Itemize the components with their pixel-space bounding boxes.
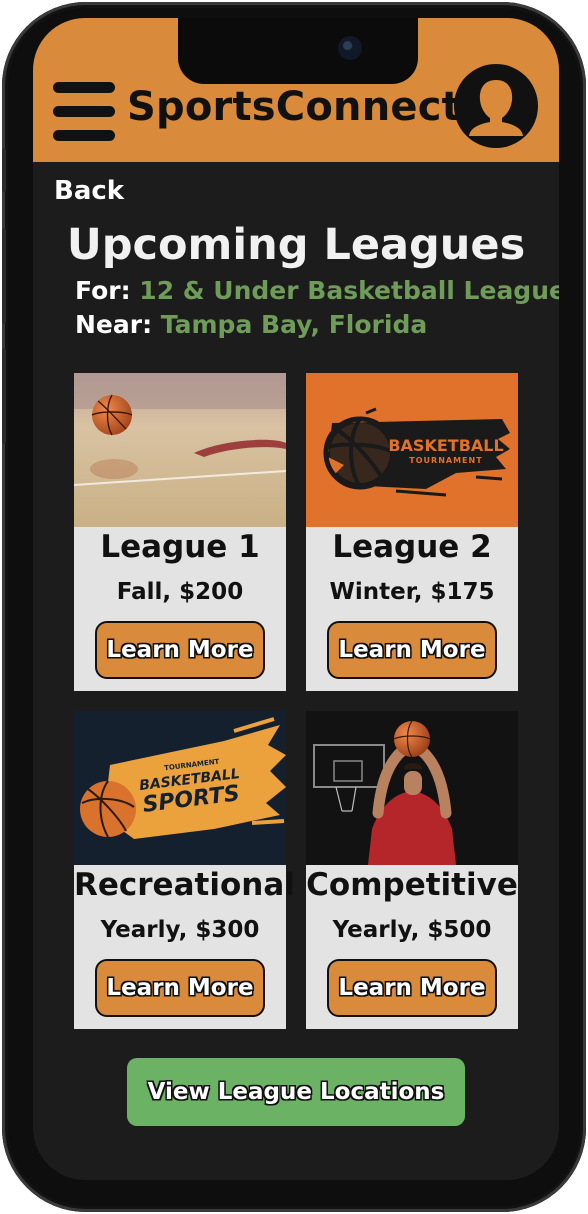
for-label: For:	[75, 276, 131, 305]
player-shooting-basketball-image	[306, 711, 518, 865]
volume-up-button	[2, 228, 6, 324]
league-card-4: Competitive Yearly, $500 Learn More	[306, 711, 518, 1029]
page-title: Upcoming Leagues	[66, 220, 526, 270]
league-name: Competitive	[306, 867, 518, 903]
learn-more-button[interactable]: Learn More	[95, 621, 265, 679]
league-name: League 1	[100, 529, 260, 565]
league-season-price: Yearly, $300	[100, 917, 260, 943]
league-season-price: Winter, $175	[329, 579, 495, 605]
volume-down-button	[2, 348, 6, 444]
back-link[interactable]: Back	[54, 176, 124, 206]
location-filter: Near: Tampa Bay, Florida	[75, 310, 427, 339]
mute-switch	[2, 148, 6, 192]
league-name: League 2	[332, 529, 492, 565]
learn-more-button[interactable]: Learn More	[95, 959, 265, 1017]
location-value: Tampa Bay, Florida	[160, 310, 428, 339]
hamburger-menu-icon[interactable]	[53, 82, 115, 142]
basketball-tournament-orange-image: BASKETBALL TOURNAMENT	[306, 373, 518, 527]
app-brand-title: SportsConnect	[127, 84, 461, 130]
user-avatar-icon[interactable]	[454, 64, 538, 148]
banner-text-tournament: TOURNAMENT	[409, 456, 482, 465]
near-label: Near:	[75, 310, 153, 339]
age-group-filter: For: 12 & Under Basketball Leagues	[75, 276, 559, 305]
league-season-price: Fall, $200	[116, 579, 244, 605]
league-card-1: League 1 Fall, $200 Learn More	[74, 373, 286, 691]
learn-more-button[interactable]: Learn More	[327, 959, 497, 1017]
device-notch	[178, 18, 418, 84]
league-season-price: Yearly, $500	[332, 917, 492, 943]
front-camera	[338, 36, 362, 60]
basketball-sports-tournament-image: TOURNAMENT BASKETBALL SPORTS	[74, 711, 286, 865]
basketball-on-court-image	[74, 373, 286, 527]
league-card-3: TOURNAMENT BASKETBALL SPORTS Recreationa…	[74, 711, 295, 1029]
league-card-2: BASKETBALL TOURNAMENT League 2 Winter, $…	[306, 373, 518, 691]
league-name: Recreational	[74, 867, 295, 903]
view-league-locations-button[interactable]: View League Locations	[127, 1058, 465, 1126]
age-group-value: 12 & Under Basketball Leagues	[139, 276, 559, 305]
learn-more-button[interactable]: Learn More	[327, 621, 497, 679]
app-screen: SportsConnect Back Upcoming Leagues For:…	[33, 18, 559, 1180]
banner-text-basketball: BASKETBALL	[388, 436, 503, 455]
